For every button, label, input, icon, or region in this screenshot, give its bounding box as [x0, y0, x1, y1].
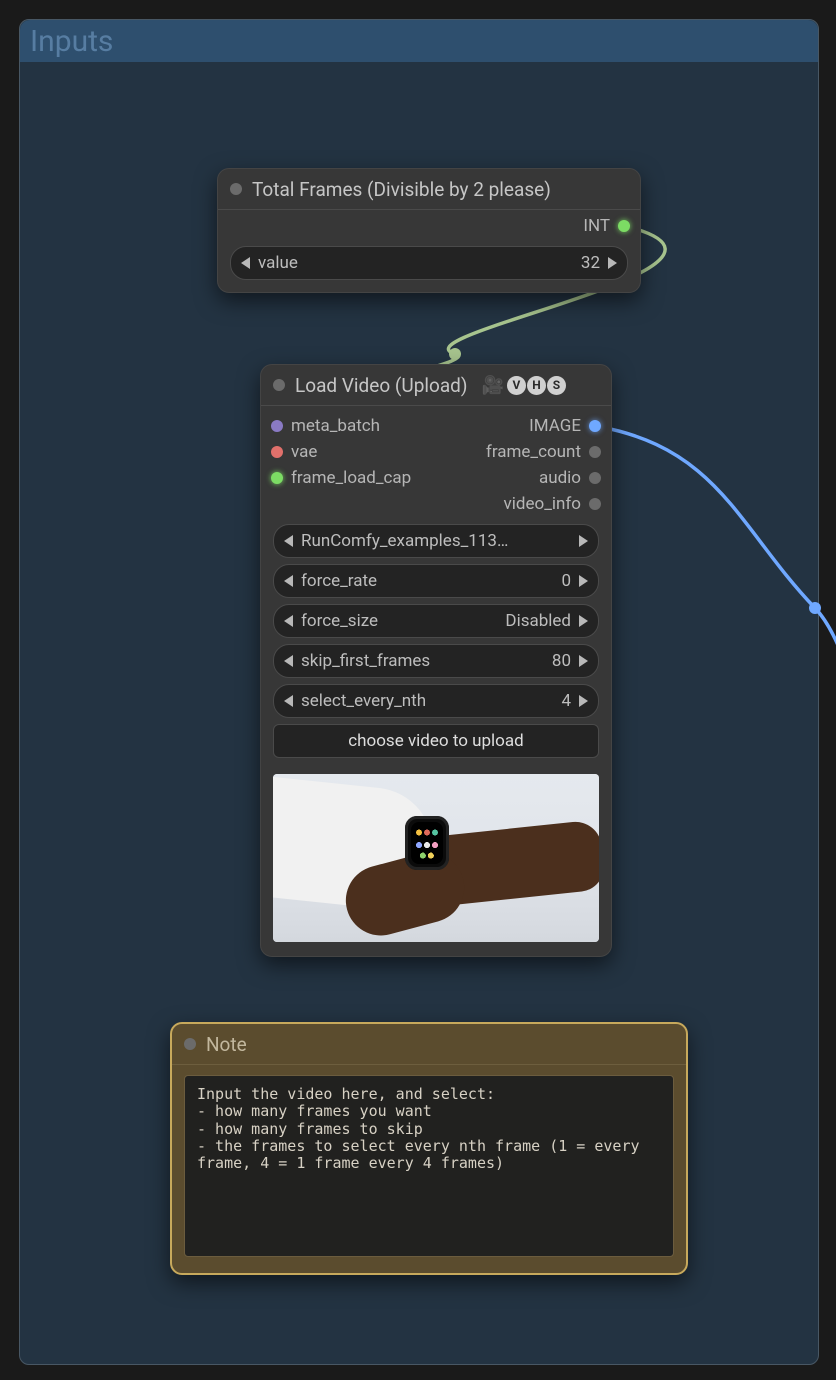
badge-h: H — [527, 376, 546, 395]
widget-label: force_size — [301, 611, 378, 631]
widget-label: select_every_nth — [301, 691, 426, 711]
input-meta-batch[interactable]: meta_batch — [271, 416, 411, 436]
chevron-right-icon[interactable] — [579, 655, 588, 667]
badge-s: S — [547, 376, 566, 395]
int-value-stepper[interactable]: value 32 — [230, 246, 628, 280]
badge-v: V — [507, 376, 526, 395]
port-pin-icon[interactable] — [589, 420, 601, 432]
node-load-video[interactable]: Load Video (Upload) 🎥 V H S meta_batch v… — [260, 364, 612, 957]
output-label: video_info — [504, 494, 581, 514]
skip-first-frames-stepper[interactable]: skip_first_frames 80 — [273, 644, 599, 678]
preview-smartwatch-icon — [405, 816, 449, 870]
file-name: RunComfy_examples_1132_1.mp4 — [301, 531, 511, 551]
button-label: choose video to upload — [348, 731, 523, 751]
input-label: frame_load_cap — [291, 468, 411, 488]
chevron-left-icon[interactable] — [284, 575, 293, 587]
file-selector[interactable]: RunComfy_examples_1132_1.mp4 — [273, 524, 599, 558]
choose-video-button[interactable]: choose video to upload — [273, 724, 599, 758]
chevron-right-icon[interactable] — [579, 575, 588, 587]
port-pin-icon[interactable] — [618, 220, 630, 232]
force-size-selector[interactable]: force_size Disabled — [273, 604, 599, 638]
note-text[interactable]: Input the video here, and select: - how … — [184, 1075, 674, 1257]
widget-label: skip_first_frames — [301, 651, 430, 671]
node-title: Total Frames (Divisible by 2 please) — [252, 178, 551, 201]
output-label: frame_count — [486, 442, 581, 462]
chevron-right-icon[interactable] — [579, 615, 588, 627]
widget-label: value — [258, 253, 298, 273]
node-title: Load Video (Upload) — [295, 374, 468, 397]
collapse-toggle-icon[interactable] — [184, 1038, 196, 1050]
force-rate-stepper[interactable]: force_rate 0 — [273, 564, 599, 598]
output-int[interactable]: INT — [583, 216, 630, 236]
vhs-badge: 🎥 V H S — [482, 375, 566, 396]
group-title-bar[interactable]: Inputs — [20, 20, 818, 62]
widget-value[interactable]: 32 — [581, 253, 600, 273]
node-title: Note — [206, 1033, 247, 1056]
output-image[interactable]: IMAGE — [529, 416, 601, 436]
node-header[interactable]: Total Frames (Divisible by 2 please) — [218, 169, 640, 210]
chevron-left-icon[interactable] — [284, 615, 293, 627]
port-pin-icon[interactable] — [589, 446, 601, 458]
output-label: INT — [583, 216, 610, 236]
node-header[interactable]: Load Video (Upload) 🎥 V H S — [261, 365, 611, 406]
chevron-left-icon[interactable] — [284, 655, 293, 667]
chevron-left-icon[interactable] — [284, 535, 293, 547]
input-vae[interactable]: vae — [271, 442, 411, 462]
collapse-toggle-icon[interactable] — [273, 379, 285, 391]
output-label: IMAGE — [529, 416, 581, 436]
chevron-left-icon[interactable] — [241, 257, 250, 269]
port-pin-icon[interactable] — [271, 472, 283, 484]
chevron-left-icon[interactable] — [284, 695, 293, 707]
group-title: Inputs — [30, 24, 113, 59]
node-note[interactable]: Note Input the video here, and select: -… — [170, 1022, 688, 1275]
collapse-toggle-icon[interactable] — [230, 183, 242, 195]
select-every-nth-stepper[interactable]: select_every_nth 4 — [273, 684, 599, 718]
input-label: vae — [291, 442, 317, 462]
input-label: meta_batch — [291, 416, 380, 436]
widget-value[interactable]: 80 — [552, 651, 571, 671]
node-header[interactable]: Note — [172, 1024, 686, 1065]
widget-label: force_rate — [301, 571, 377, 591]
output-audio[interactable]: audio — [539, 468, 601, 488]
chevron-right-icon[interactable] — [579, 535, 588, 547]
widget-value[interactable]: 0 — [561, 571, 571, 591]
node-graph-canvas[interactable]: Inputs Total Frames (Divisible by 2 plea… — [0, 0, 836, 1380]
port-pin-icon[interactable] — [589, 472, 601, 484]
port-pin-icon[interactable] — [589, 498, 601, 510]
output-video-info[interactable]: video_info — [504, 494, 601, 514]
camera-icon: 🎥 — [482, 375, 504, 396]
video-preview[interactable] — [273, 774, 599, 942]
node-total-frames[interactable]: Total Frames (Divisible by 2 please) INT… — [217, 168, 641, 293]
input-frame-load-cap[interactable]: frame_load_cap — [271, 468, 411, 488]
widget-value[interactable]: 4 — [561, 691, 571, 711]
chevron-right-icon[interactable] — [579, 695, 588, 707]
chevron-right-icon[interactable] — [608, 257, 617, 269]
output-label: audio — [539, 468, 581, 488]
output-frame-count[interactable]: frame_count — [486, 442, 601, 462]
port-pin-icon[interactable] — [271, 446, 283, 458]
port-pin-icon[interactable] — [271, 420, 283, 432]
widget-value[interactable]: Disabled — [505, 611, 571, 631]
